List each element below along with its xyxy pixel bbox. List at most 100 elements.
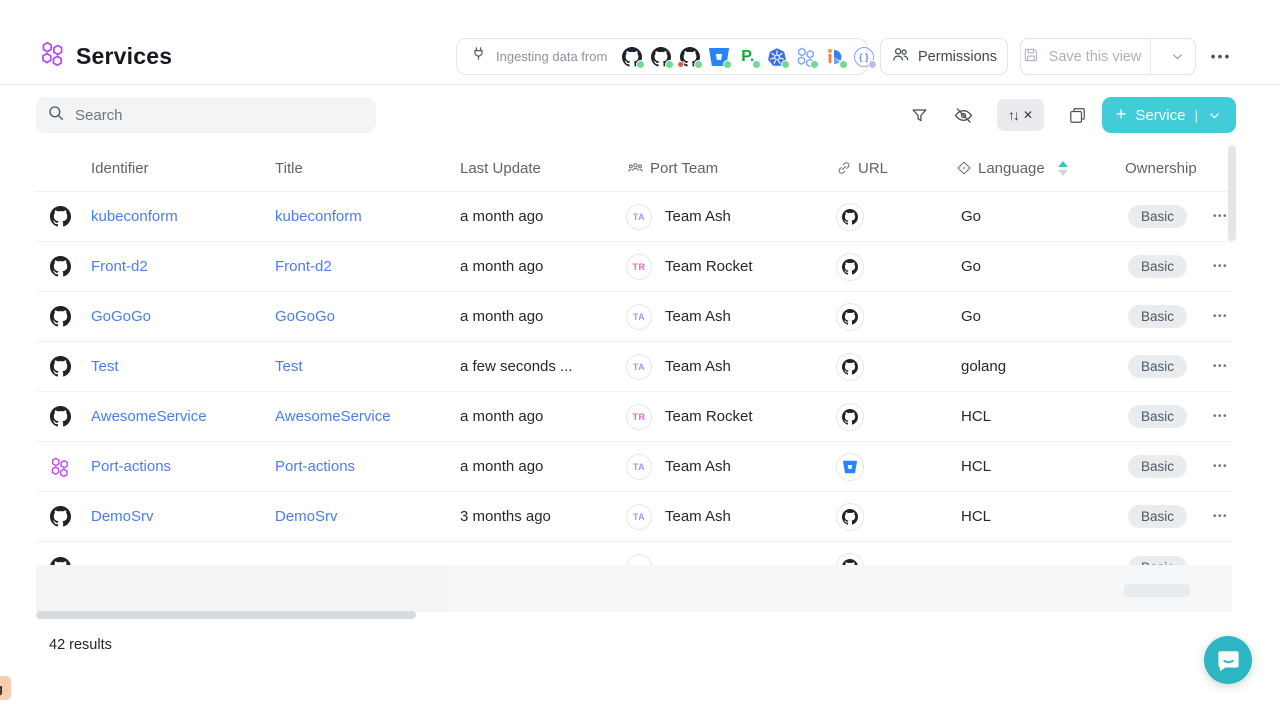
column-header-title[interactable]: Title <box>275 160 460 177</box>
identifier-link[interactable]: AwesomeService <box>91 408 207 425</box>
kubernetes-integration-icon[interactable] <box>766 46 787 67</box>
ingesting-data-pill[interactable]: Ingesting data from P.{ } <box>456 38 868 75</box>
identifier-link[interactable]: DemoSrv <box>91 508 154 525</box>
row-menu-button[interactable]: ••• <box>1209 459 1232 474</box>
permissions-button[interactable]: Permissions <box>880 38 1008 75</box>
topbar-divider <box>0 84 1280 85</box>
title-link[interactable]: Port-actions <box>275 458 355 475</box>
row-menu-button[interactable]: ••• <box>1209 259 1232 274</box>
property-diamond-icon <box>956 160 972 176</box>
page-more-menu-button[interactable]: ••• <box>1206 42 1236 70</box>
divider <box>1150 39 1151 74</box>
table-row[interactable]: AwesomeService AwesomeService a month ag… <box>36 392 1232 442</box>
add-service-button[interactable]: + Service | <box>1102 97 1236 133</box>
ownership-badge: Basic <box>1128 305 1187 328</box>
title-link[interactable]: AwesomeService <box>275 408 391 425</box>
identifier-link[interactable]: GoGoGo <box>91 308 151 325</box>
status-dot <box>636 60 645 69</box>
title-link[interactable]: DemoSrv <box>275 508 338 525</box>
row-menu-button[interactable]: ••• <box>1209 409 1232 424</box>
status-dot <box>839 60 848 69</box>
team-avatar: TA <box>626 504 652 530</box>
column-header-language[interactable]: Language <box>956 160 1117 177</box>
bitbucket-url-link[interactable] <box>836 453 864 481</box>
team-avatar: TA <box>626 204 652 230</box>
table-row[interactable]: DemoSrv DemoSrv 3 months ago TA Team Ash… <box>36 492 1232 542</box>
table-row[interactable]: kubeconform kubeconform a month ago TA T… <box>36 192 1232 242</box>
title-link[interactable]: GoGoGo <box>275 308 335 325</box>
overlap-squares-icon <box>1068 106 1087 125</box>
table-row[interactable]: Test Test a few seconds ... TA Team Ash … <box>36 342 1232 392</box>
identifier-link[interactable]: Test <box>91 358 119 375</box>
pagerduty-integration-icon[interactable]: P. <box>737 46 758 67</box>
plug-icon <box>470 46 487 68</box>
webhook-integration-icon[interactable]: { } <box>853 46 874 67</box>
group-by-button[interactable] <box>1059 97 1095 133</box>
port-integration-icon[interactable] <box>795 46 816 67</box>
column-header-port-team[interactable]: Port Team <box>623 160 836 177</box>
team-name: Team Ash <box>665 308 731 325</box>
search-box[interactable] <box>36 97 376 133</box>
team-name: Team Ash <box>665 208 731 225</box>
team-name: Team Ash <box>665 358 731 375</box>
language-value: HCL <box>956 458 1117 475</box>
link-icon <box>836 160 852 176</box>
column-header-identifier[interactable]: Identifier <box>91 160 275 177</box>
permissions-label: Permissions <box>918 49 997 65</box>
last-update-value: a month ago <box>460 458 623 475</box>
column-header-ownership[interactable]: Ownership <box>1117 160 1209 177</box>
horizontal-scrollbar-thumb[interactable] <box>36 611 416 619</box>
language-value: Go <box>956 208 1117 225</box>
last-update-value: a month ago <box>460 408 623 425</box>
language-value: golang <box>956 358 1117 375</box>
identifier-link[interactable]: kubeconform <box>91 208 178 225</box>
search-input[interactable] <box>73 106 365 125</box>
column-header-last-update[interactable]: Last Update <box>460 160 623 177</box>
github-integration-icon[interactable] <box>621 46 642 67</box>
bitbucket-integration-icon[interactable] <box>708 46 729 67</box>
vertical-scrollbar-thumb[interactable] <box>1228 145 1236 241</box>
title-link[interactable]: kubeconform <box>275 208 362 225</box>
table-row[interactable]: GoGoGo GoGoGo a month ago TA Team Ash Go… <box>36 292 1232 342</box>
table-row[interactable]: Front-d2 Front-d2 a month ago TR Team Ro… <box>36 242 1232 292</box>
identifier-link[interactable]: Port-actions <box>91 458 171 475</box>
github-url-link[interactable] <box>836 503 864 531</box>
ownership-badge: Basic <box>1128 255 1187 278</box>
status-dot <box>868 60 877 69</box>
sort-desc-icon <box>1058 170 1068 176</box>
github-integration-icon[interactable] <box>650 46 671 67</box>
github-url-link[interactable] <box>836 203 864 231</box>
title-link[interactable]: Front-d2 <box>275 258 332 275</box>
argo-integration-icon[interactable] <box>824 46 845 67</box>
pinned-columns-footer <box>36 565 448 612</box>
page-title: Services <box>76 43 172 70</box>
column-header-url[interactable]: URL <box>836 160 956 177</box>
github-integration-icon[interactable] <box>679 46 700 67</box>
table-row[interactable]: Port-actions Port-actions a month ago TA… <box>36 442 1232 492</box>
identifier-link[interactable]: Front-d2 <box>91 258 148 275</box>
port-icon <box>36 457 91 477</box>
sort-active-button[interactable]: ↑↓ ✕ <box>997 99 1044 131</box>
github-url-link[interactable] <box>836 403 864 431</box>
hide-properties-button[interactable] <box>945 97 981 133</box>
divider: | <box>1194 107 1198 123</box>
filter-button[interactable] <box>901 97 937 133</box>
language-sort-indicator[interactable] <box>1058 161 1068 176</box>
row-menu-button[interactable]: ••• <box>1209 309 1232 324</box>
language-value: HCL <box>956 408 1117 425</box>
clear-sort-icon[interactable]: ✕ <box>1023 108 1033 122</box>
chevron-down-icon[interactable] <box>1207 108 1222 123</box>
sort-asc-active-icon <box>1058 161 1068 167</box>
github-url-link[interactable] <box>836 353 864 381</box>
row-menu-button[interactable]: ••• <box>1209 509 1232 524</box>
chat-launcher-button[interactable] <box>1204 636 1252 684</box>
team-name: Team Rocket <box>665 258 753 275</box>
save-view-button[interactable]: Save this view <box>1021 39 1142 74</box>
title-link[interactable]: Test <box>275 358 303 375</box>
row-menu-button[interactable]: ••• <box>1209 359 1232 374</box>
github-url-link[interactable] <box>836 303 864 331</box>
save-view-dropdown-button[interactable] <box>1159 39 1195 74</box>
team-avatar: TA <box>626 354 652 380</box>
github-url-link[interactable] <box>836 253 864 281</box>
ownership-badge: Basic <box>1128 355 1187 378</box>
